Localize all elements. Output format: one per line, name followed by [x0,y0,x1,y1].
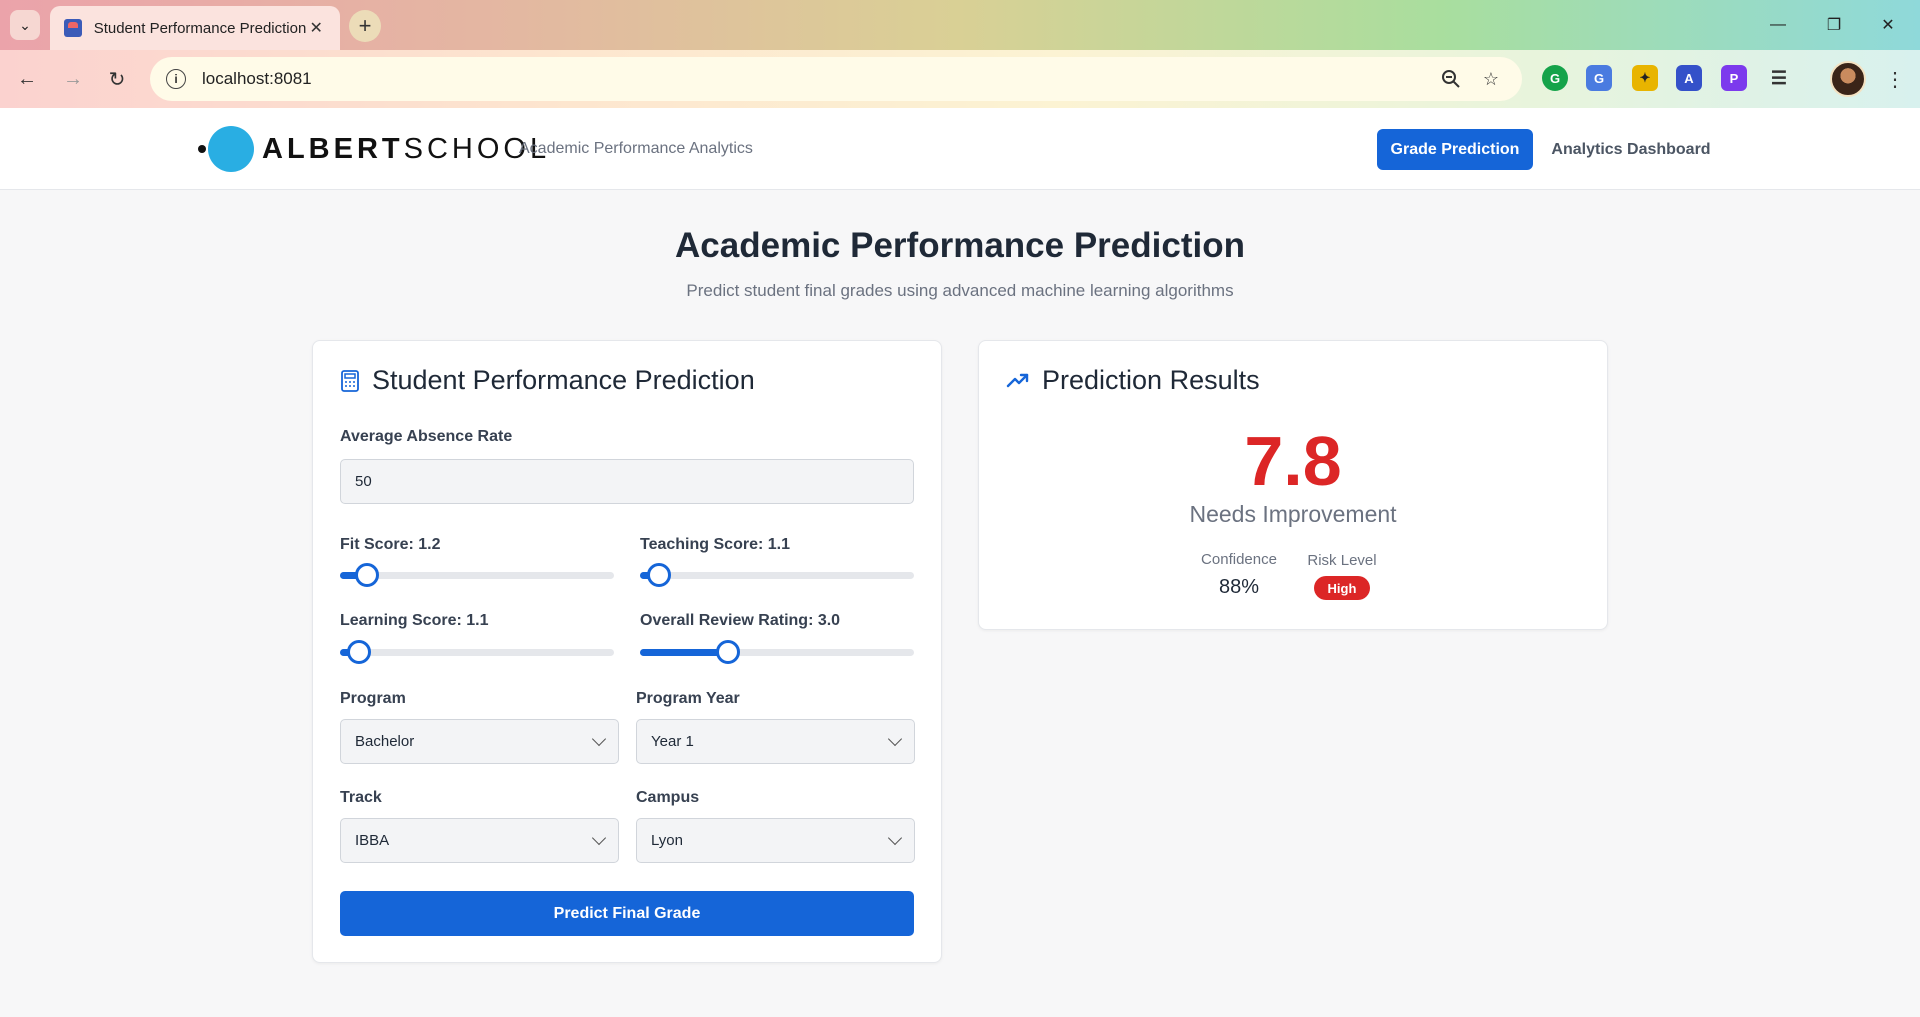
absence-rate-input[interactable]: 50 [340,459,914,504]
predict-final-grade-button[interactable]: Predict Final Grade [340,891,914,936]
browser-toolbar: ← → ↻ i localhost:8081 ☆ G G ✦ A P ☰ ⋮ [0,50,1920,108]
honey-extension-icon[interactable]: ✦ [1632,65,1658,91]
slider-track [640,572,914,579]
teaching-score-slider[interactable] [640,562,914,588]
confidence-value: 88% [1218,576,1260,598]
page-title: Academic Performance Prediction [675,226,1245,265]
risk-level-label: Risk Level [1307,552,1377,569]
logo-dot [198,145,206,153]
bookmark-star-icon[interactable]: ☆ [1476,64,1506,94]
extensions-puzzle-icon[interactable]: ☰ [1766,65,1792,91]
header-tagline: Academic Performance Analytics [519,140,753,157]
teaching-score-label: Teaching Score: 1.1 [640,536,790,553]
campus-label: Campus [636,789,700,806]
program-year-select[interactable]: Year 1 [636,719,915,764]
address-url[interactable]: localhost:8081 [202,69,1426,89]
slider-thumb[interactable] [347,640,372,664]
form-card-heading: Student Performance Prediction [340,365,755,396]
close-tab-icon[interactable]: ✕ [306,18,326,38]
grade-status-text: Needs Improvement [1189,501,1397,527]
logo-wordmark: ALBERTSCHOOL [262,132,551,165]
predicted-grade-value: 7.8 [1244,422,1342,500]
close-window-icon[interactable]: ✕ [1868,10,1908,40]
app-header: ALBERTSCHOOL Academic Performance Analyt… [0,108,1920,190]
results-card-title: Prediction Results [1042,365,1260,395]
browser-tab-strip: ⌄ Student Performance Prediction ✕ + — ❐… [0,0,1920,50]
chevron-down-icon [887,830,903,846]
notes-extension-icon[interactable]: P [1721,65,1747,91]
results-card-heading: Prediction Results [1006,365,1260,396]
track-value: IBBA [355,832,390,849]
fit-score-label: Fit Score: 1.2 [340,536,441,553]
absence-rate-label: Average Absence Rate [340,428,513,445]
prediction-form-card: Student Performance Prediction Average A… [312,340,942,963]
trending-up-icon [1006,373,1029,387]
profile-avatar[interactable] [1830,61,1866,97]
address-bar[interactable]: i localhost:8081 ☆ [150,57,1522,101]
graduate-favicon-icon [64,19,82,37]
calculator-icon [341,369,359,392]
program-value: Bachelor [355,733,415,750]
page-subtitle: Predict student final grades using advan… [686,281,1234,300]
minimize-window-icon[interactable]: — [1758,10,1798,40]
program-year-value: Year 1 [651,733,694,750]
prediction-results-card: Prediction Results 7.8 Needs Improvement… [978,340,1608,630]
overall-review-label: Overall Review Rating: 3.0 [640,612,841,629]
slider-fill [640,649,728,656]
logo-circle [208,126,254,172]
tab-search-chevron-icon[interactable]: ⌄ [10,10,40,40]
slider-thumb[interactable] [355,563,380,587]
chevron-down-icon [887,731,903,747]
slider-thumb[interactable] [715,640,740,664]
program-label: Program [340,690,406,707]
track-select[interactable]: IBBA [340,818,619,863]
confidence-label: Confidence [1201,551,1277,568]
grammarly-extension-icon[interactable]: G [1542,65,1568,91]
campus-select[interactable]: Lyon [636,818,915,863]
learning-score-slider[interactable] [340,639,614,665]
chevron-down-icon [591,731,607,747]
nav-analytics-dashboard[interactable]: Analytics Dashboard [1547,129,1715,170]
site-info-icon[interactable]: i [166,69,186,89]
program-year-label: Program Year [636,690,740,707]
reload-icon[interactable]: ↻ [102,64,132,94]
slider-thumb[interactable] [647,563,672,587]
campus-value: Lyon [651,832,683,849]
new-tab-plus-icon[interactable]: + [349,10,381,42]
translate-extension-icon[interactable]: G [1586,65,1612,91]
browser-tab[interactable]: Student Performance Prediction ✕ [50,6,340,50]
browser-menu-kebab-icon[interactable]: ⋮ [1880,64,1910,94]
nav-grade-prediction[interactable]: Grade Prediction [1377,129,1533,170]
overall-review-slider[interactable] [640,639,914,665]
back-arrow-icon[interactable]: ← [12,64,42,94]
forward-arrow-icon[interactable]: → [58,64,88,94]
chevron-down-icon [591,830,607,846]
tab-title: Student Performance Prediction [93,19,307,37]
slider-track [340,572,614,579]
restore-window-icon[interactable]: ❐ [1814,10,1854,40]
form-card-title: Student Performance Prediction [372,365,755,395]
zoom-out-icon[interactable] [1436,64,1466,94]
albert-school-logo[interactable]: ALBERTSCHOOL [198,126,550,172]
slider-track [340,649,614,656]
risk-level-badge: High [1314,576,1370,600]
fit-score-slider[interactable] [340,562,614,588]
learning-score-label: Learning Score: 1.1 [340,612,489,629]
track-label: Track [340,789,382,806]
dictionary-extension-icon[interactable]: A [1676,65,1702,91]
program-select[interactable]: Bachelor [340,719,619,764]
